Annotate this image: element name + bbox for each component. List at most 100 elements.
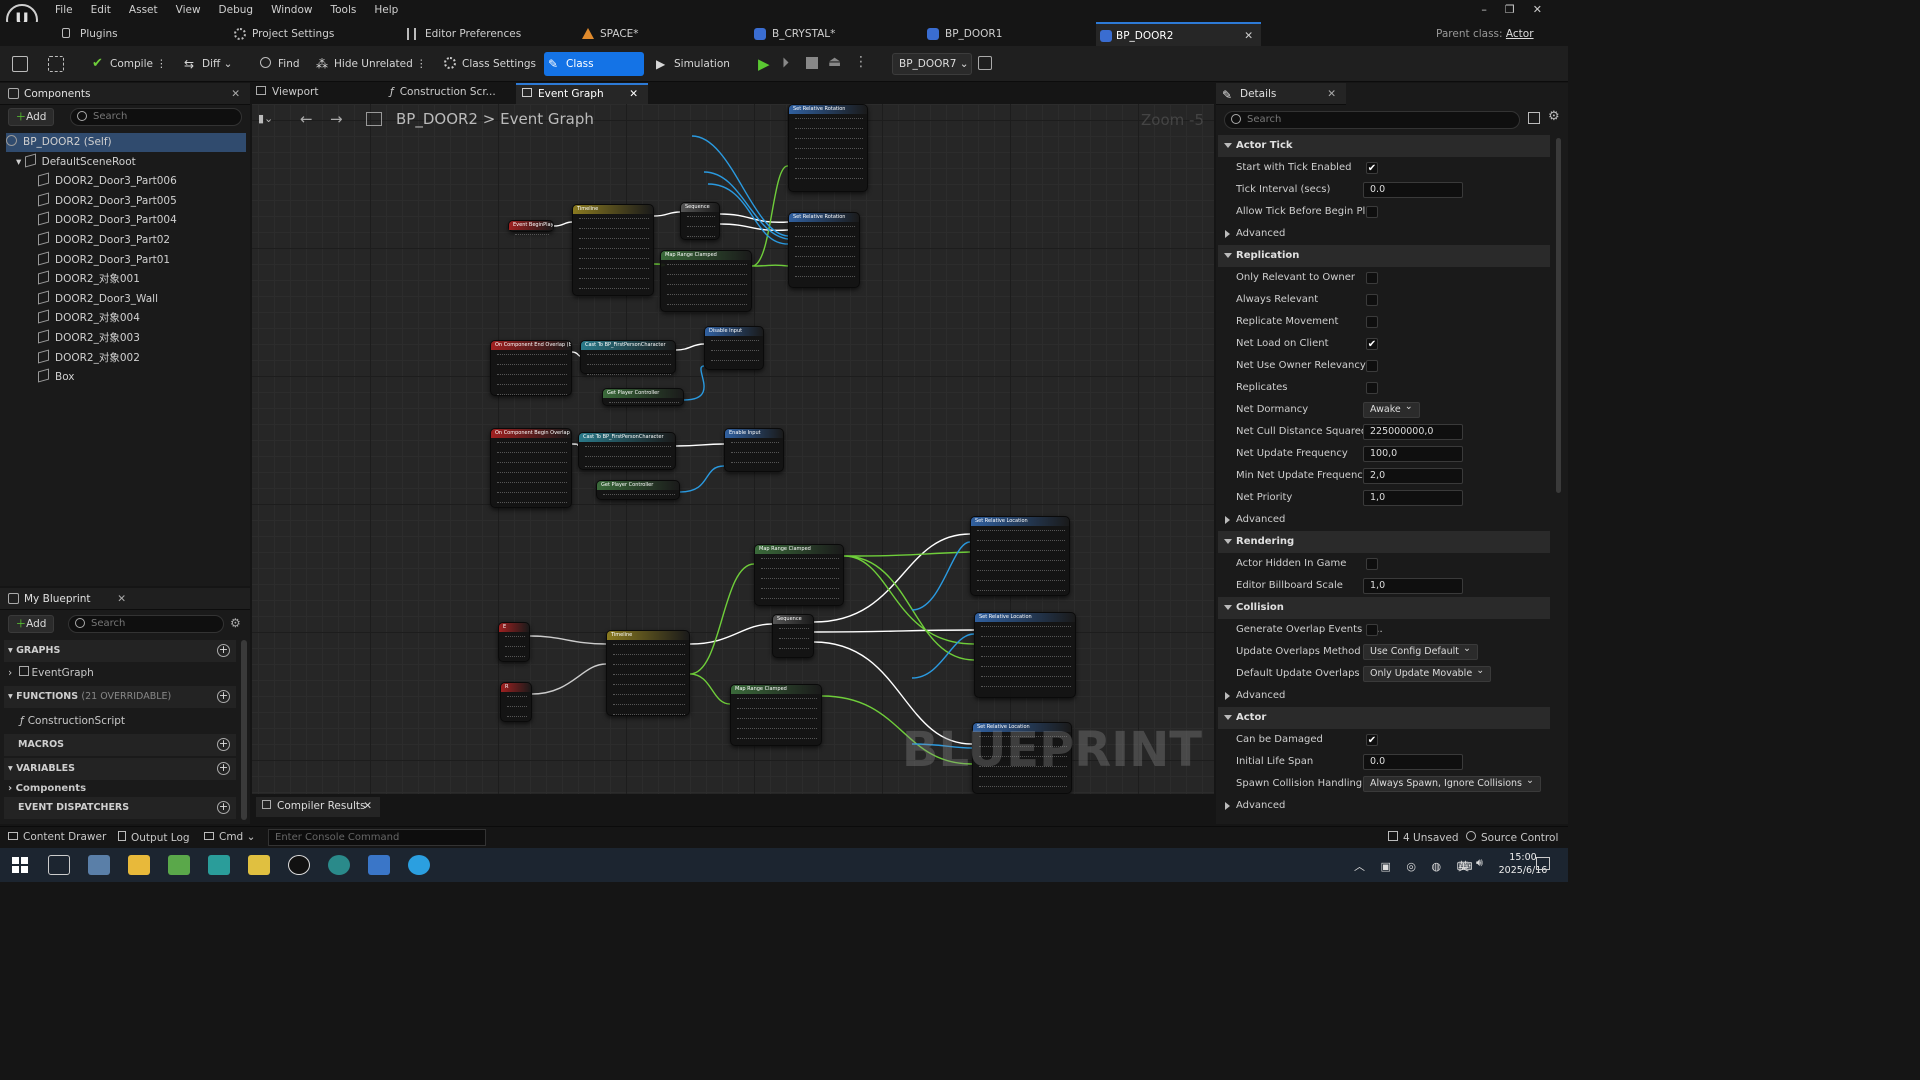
blueprint-node[interactable]: Sequence — [772, 614, 814, 658]
component-default-scene-root[interactable]: ▾ DefaultSceneRoot — [8, 153, 246, 172]
advanced-expander[interactable]: Advanced — [1218, 509, 1550, 531]
add-graph-icon[interactable]: + — [217, 644, 230, 657]
node-pin[interactable] — [497, 481, 567, 483]
node-pin[interactable] — [497, 471, 567, 473]
property-value-field[interactable]: 2,0 — [1363, 468, 1463, 484]
menu-asset[interactable]: Asset — [120, 1, 167, 19]
add-macro-icon[interactable]: + — [217, 738, 230, 751]
component-item[interactable]: DOOR2_Door3_Wall — [8, 290, 246, 309]
node-pin[interactable] — [977, 589, 1065, 591]
menu-help[interactable]: Help — [365, 1, 407, 19]
restore-icon[interactable]: ❐ — [1505, 3, 1533, 16]
blueprint-node[interactable]: Event BeginPlay — [508, 220, 554, 235]
component-item[interactable]: DOOR2_Door3_Part01 — [8, 251, 246, 270]
variables-section[interactable]: ▾ VARIABLES + — [4, 758, 236, 780]
advanced-expander[interactable]: Advanced — [1218, 685, 1550, 707]
node-pin[interactable] — [761, 577, 839, 579]
details-section-header[interactable]: Collision — [1218, 597, 1550, 619]
node-pin[interactable] — [737, 737, 817, 739]
property-checkbox[interactable] — [1366, 558, 1378, 570]
console-input[interactable]: Enter Console Command — [268, 829, 486, 846]
blueprint-node[interactable]: On Component End Overlap (Box) — [490, 340, 572, 396]
node-pin[interactable] — [795, 275, 855, 277]
node-pin[interactable] — [795, 137, 863, 139]
node-pin[interactable] — [579, 277, 649, 279]
node-pin[interactable] — [667, 273, 747, 275]
property-dropdown[interactable]: Use Config Default — [1363, 642, 1478, 660]
cmd-button[interactable]: Cmd ⌄ — [204, 831, 255, 843]
tab-bp-door1[interactable]: BP_DOOR1 — [925, 22, 1075, 46]
unsaved-button[interactable]: 4 Unsaved — [1388, 831, 1459, 844]
node-pin[interactable] — [977, 559, 1065, 561]
node-pin[interactable] — [761, 587, 839, 589]
node-pin[interactable] — [761, 557, 839, 559]
node-pin[interactable] — [795, 157, 863, 159]
notification-icon[interactable] — [1536, 857, 1550, 870]
node-pin[interactable] — [667, 263, 747, 265]
node-pin[interactable] — [585, 445, 671, 447]
node-pin[interactable] — [587, 353, 671, 355]
tab-editor-preferences[interactable]: Editor Preferences — [405, 22, 555, 46]
node-pin[interactable] — [795, 177, 863, 179]
table-view-icon[interactable] — [1528, 112, 1540, 124]
tab-compiler-results[interactable]: Compiler Results ✕ — [256, 797, 380, 817]
node-pin[interactable] — [779, 647, 809, 649]
component-self[interactable]: BP_DOOR2 (Self) — [6, 133, 246, 152]
property-value-field[interactable]: 1,0 — [1363, 490, 1463, 506]
node-pin[interactable] — [977, 529, 1065, 531]
blueprint-node[interactable]: Set Relative Location — [974, 612, 1076, 698]
close-tab-icon[interactable]: ✕ — [363, 800, 372, 812]
node-pin[interactable] — [667, 293, 747, 295]
my-blueprint-search-input[interactable]: Search — [68, 615, 224, 633]
property-dropdown[interactable]: Awake — [1363, 400, 1420, 418]
node-pin[interactable] — [579, 287, 649, 289]
component-item[interactable]: DOOR2_Door3_Part02 — [8, 231, 246, 250]
class-settings-button[interactable]: Class Settings — [440, 52, 542, 76]
details-section-header[interactable]: Actor Tick — [1218, 135, 1550, 157]
property-checkbox[interactable] — [1366, 360, 1378, 372]
node-pin[interactable] — [795, 235, 855, 237]
node-pin[interactable] — [795, 245, 855, 247]
source-control-button[interactable]: Source Control — [1466, 831, 1558, 844]
node-pin[interactable] — [731, 461, 779, 463]
node-pin[interactable] — [687, 215, 715, 217]
components-search-input[interactable]: Search — [70, 108, 242, 126]
property-dropdown[interactable]: Only Update Movable — [1363, 664, 1492, 682]
node-pin[interactable] — [711, 339, 759, 341]
graph-item-eventgraph[interactable]: › EventGraph — [8, 666, 94, 679]
my-blueprint-scrollbar[interactable] — [241, 640, 247, 820]
component-item[interactable]: Box — [8, 368, 246, 387]
component-item[interactable]: DOOR2_对象004 — [8, 309, 246, 328]
blueprint-node[interactable]: Disable Input — [704, 326, 764, 370]
node-pin[interactable] — [587, 373, 671, 375]
tab-project-settings[interactable]: Project Settings — [232, 22, 382, 46]
component-item[interactable]: DOOR2_Door3_Part004 — [8, 211, 246, 230]
tab-event-graph[interactable]: Event Graph ✕ — [516, 83, 648, 104]
macros-section[interactable]: MACROS + — [4, 734, 236, 756]
node-pin[interactable] — [981, 685, 1071, 687]
close-my-blueprint-icon[interactable]: ✕ — [117, 588, 126, 610]
more-options-icon[interactable]: ⋮ — [854, 54, 868, 70]
node-pin[interactable] — [795, 265, 855, 267]
node-pin[interactable] — [507, 695, 527, 697]
graph-view-options-icon[interactable]: ▮⌄ — [258, 112, 273, 125]
speaker-icon[interactable]: 🔊︎ — [1476, 856, 1483, 870]
parent-class-value[interactable]: Actor — [1506, 28, 1534, 40]
eject-icon[interactable]: ⏏ — [828, 54, 841, 70]
blueprint-node[interactable]: Set Relative Rotation — [788, 104, 868, 192]
notepad-icon[interactable] — [168, 855, 190, 875]
node-pin[interactable] — [497, 393, 567, 395]
blueprint-node[interactable]: Map Range Clamped — [730, 684, 822, 746]
node-pin[interactable] — [737, 707, 817, 709]
advanced-expander[interactable]: Advanced — [1218, 223, 1550, 245]
tab-bp-door2[interactable]: BP_DOOR2 ✕ — [1096, 22, 1261, 46]
blueprint-node[interactable]: Timeline — [572, 204, 654, 296]
node-pin[interactable] — [711, 349, 759, 351]
node-pin[interactable] — [579, 257, 649, 259]
node-pin[interactable] — [981, 635, 1071, 637]
property-value-field[interactable]: 0.0 — [1363, 182, 1463, 198]
debug-object-select[interactable]: BP_DOOR7 ⌄ — [892, 53, 972, 75]
property-checkbox[interactable] — [1366, 624, 1378, 636]
property-checkbox[interactable] — [1366, 316, 1378, 328]
node-pin[interactable] — [505, 635, 525, 637]
